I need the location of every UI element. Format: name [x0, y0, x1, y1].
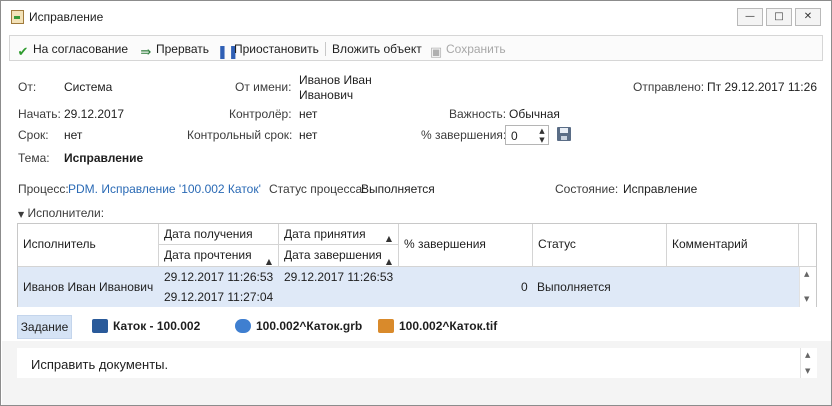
col-read[interactable]: Дата прочтения ▲: [159, 245, 279, 267]
executor-cell: Иванов Иван Иванович: [23, 280, 154, 294]
pause-icon: ❚❚: [217, 45, 239, 60]
table-scrollbar[interactable]: ▲ ▼: [799, 267, 816, 307]
controller-value: нет: [299, 107, 318, 121]
attachment-drawing[interactable]: 100.002^Каток.grb: [235, 319, 362, 333]
received-cell: 29.12.2017 11:26:53: [164, 270, 274, 284]
subject-label: Тема:: [18, 151, 50, 165]
process-link[interactable]: PDM. Исправление '100.002 Каток': [68, 182, 261, 196]
title-bar: Исправление — □ ✕: [1, 1, 831, 31]
save-percent-icon[interactable]: [557, 127, 571, 141]
scroll-up-icon[interactable]: ▲: [804, 270, 809, 278]
from-value: Система: [64, 80, 113, 94]
col-executor[interactable]: Исполнитель: [18, 224, 159, 267]
attach-object-label: Вложить объект: [332, 42, 422, 56]
drawing-icon: [235, 319, 251, 333]
col-completed[interactable]: Дата завершения ▲: [279, 245, 399, 267]
deadline-label: Срок:: [18, 128, 49, 142]
attachment-assembly[interactable]: Каток - 100.002: [92, 319, 200, 333]
start-value: 29.12.2017: [64, 107, 125, 121]
col-read-label: Дата прочтения: [164, 248, 252, 262]
completion-value: 0: [511, 129, 518, 143]
maximize-button[interactable]: □: [766, 8, 792, 26]
tab-task[interactable]: Задание: [17, 315, 72, 339]
attachment-assembly-label: Каток - 100.002: [113, 319, 201, 333]
col-accepted[interactable]: Дата принятия ▲: [279, 224, 399, 245]
importance-value: Обычная: [509, 107, 560, 121]
toolbar-separator: [325, 42, 326, 56]
state-label: Состояние:: [555, 182, 619, 196]
header-filler: [799, 224, 816, 267]
process-status-label: Статус процесса:: [269, 182, 366, 196]
table-row[interactable]: Иванов Иван Иванович 29.12.2017 11:26:53…: [18, 267, 799, 307]
col-comment[interactable]: Комментарий: [667, 224, 799, 267]
interrupt-label: Прервать: [156, 42, 210, 56]
image-icon: [378, 319, 394, 333]
scroll-down-icon[interactable]: ▼: [805, 367, 810, 375]
executors-label: Исполнители:: [27, 206, 105, 220]
send-for-approval-label: На согласование: [33, 42, 128, 56]
col-received[interactable]: Дата получения: [159, 224, 279, 245]
task-text-area[interactable]: Исправить документы. ▲ ▼: [17, 348, 817, 378]
control-deadline-value: нет: [299, 128, 318, 142]
status-cell: Выполняется: [537, 280, 611, 294]
scroll-down-icon[interactable]: ▼: [804, 295, 809, 303]
save-label: Сохранить: [446, 42, 506, 56]
accepted-cell: 29.12.2017 11:26:53: [284, 270, 394, 284]
completion-stepper[interactable]: 0 ▲ ▼: [505, 125, 549, 145]
assembly-icon: [92, 319, 108, 333]
send-for-approval-button[interactable]: ✔ На согласование: [16, 40, 128, 60]
from-label: От:: [18, 80, 37, 94]
stepper-up-icon[interactable]: ▲: [537, 127, 547, 135]
task-text: Исправить документы.: [31, 357, 169, 372]
interrupt-button[interactable]: ⇛ Прервать: [139, 40, 210, 60]
executors-toggle[interactable]: ▼ Исполнители:: [18, 206, 104, 220]
on-behalf-value-line2: Иванович: [299, 88, 354, 102]
process-label: Процесс:: [18, 182, 69, 196]
pause-label: Приостановить: [234, 42, 319, 56]
attach-object-button[interactable]: Вложить объект: [332, 40, 422, 58]
pause-button[interactable]: ❚❚Приостановить: [217, 40, 319, 60]
on-behalf-value-line1: Иванов Иван: [299, 73, 372, 87]
importance-label: Важность:: [449, 107, 507, 121]
controller-label: Контролёр:: [229, 107, 292, 121]
stepper-down-icon[interactable]: ▼: [537, 136, 547, 144]
sent-label: Отправлено:: [633, 80, 705, 94]
completion-label: % завершения:: [421, 128, 507, 142]
collapse-triangle-icon: ▼: [18, 210, 25, 219]
executors-table: Исполнитель Дата получения Дата прочтени…: [17, 223, 817, 307]
percent-cell: 0: [521, 280, 528, 294]
task-window: Исправление — □ ✕ ✔ На согласование ⇛ Прер…: [0, 0, 832, 406]
attachment-drawing-label: 100.002^Каток.grb: [256, 319, 363, 333]
save-icon: ▣: [429, 45, 443, 60]
text-scrollbar[interactable]: ▲ ▼: [800, 348, 817, 378]
deadline-value: нет: [64, 128, 83, 142]
read-cell: 29.12.2017 11:27:04: [164, 290, 274, 304]
checkmark-icon: ✔: [17, 45, 29, 60]
col-accepted-label: Дата принятия: [284, 227, 366, 241]
task-app-icon: [11, 10, 24, 24]
window-title: Исправление: [29, 10, 104, 24]
attachment-image[interactable]: 100.002^Каток.tif: [378, 319, 497, 333]
col-percent[interactable]: % завершения: [399, 224, 533, 267]
col-completed-label: Дата завершения: [284, 248, 382, 262]
toolbar: ✔ На согласование ⇛ Прервать ❚❚Приостанови…: [9, 35, 823, 61]
minimize-button[interactable]: —: [737, 8, 763, 26]
on-behalf-label: От имени:: [235, 80, 292, 94]
close-button[interactable]: ✕: [795, 8, 821, 26]
control-deadline-label: Контрольный срок:: [187, 128, 293, 142]
sent-value: Пт 29.12.2017 11:26: [707, 80, 817, 94]
process-status-value: Выполняется: [361, 182, 435, 196]
attachment-image-label: 100.002^Каток.tif: [399, 319, 498, 333]
save-button[interactable]: ▣ Сохранить: [429, 40, 506, 60]
col-status[interactable]: Статус: [533, 224, 667, 267]
state-value: Исправление: [623, 182, 698, 196]
interrupt-icon: ⇛: [140, 45, 152, 60]
start-label: Начать:: [18, 107, 61, 121]
subject-value: Исправление: [64, 151, 144, 165]
scroll-up-icon[interactable]: ▲: [805, 351, 810, 359]
